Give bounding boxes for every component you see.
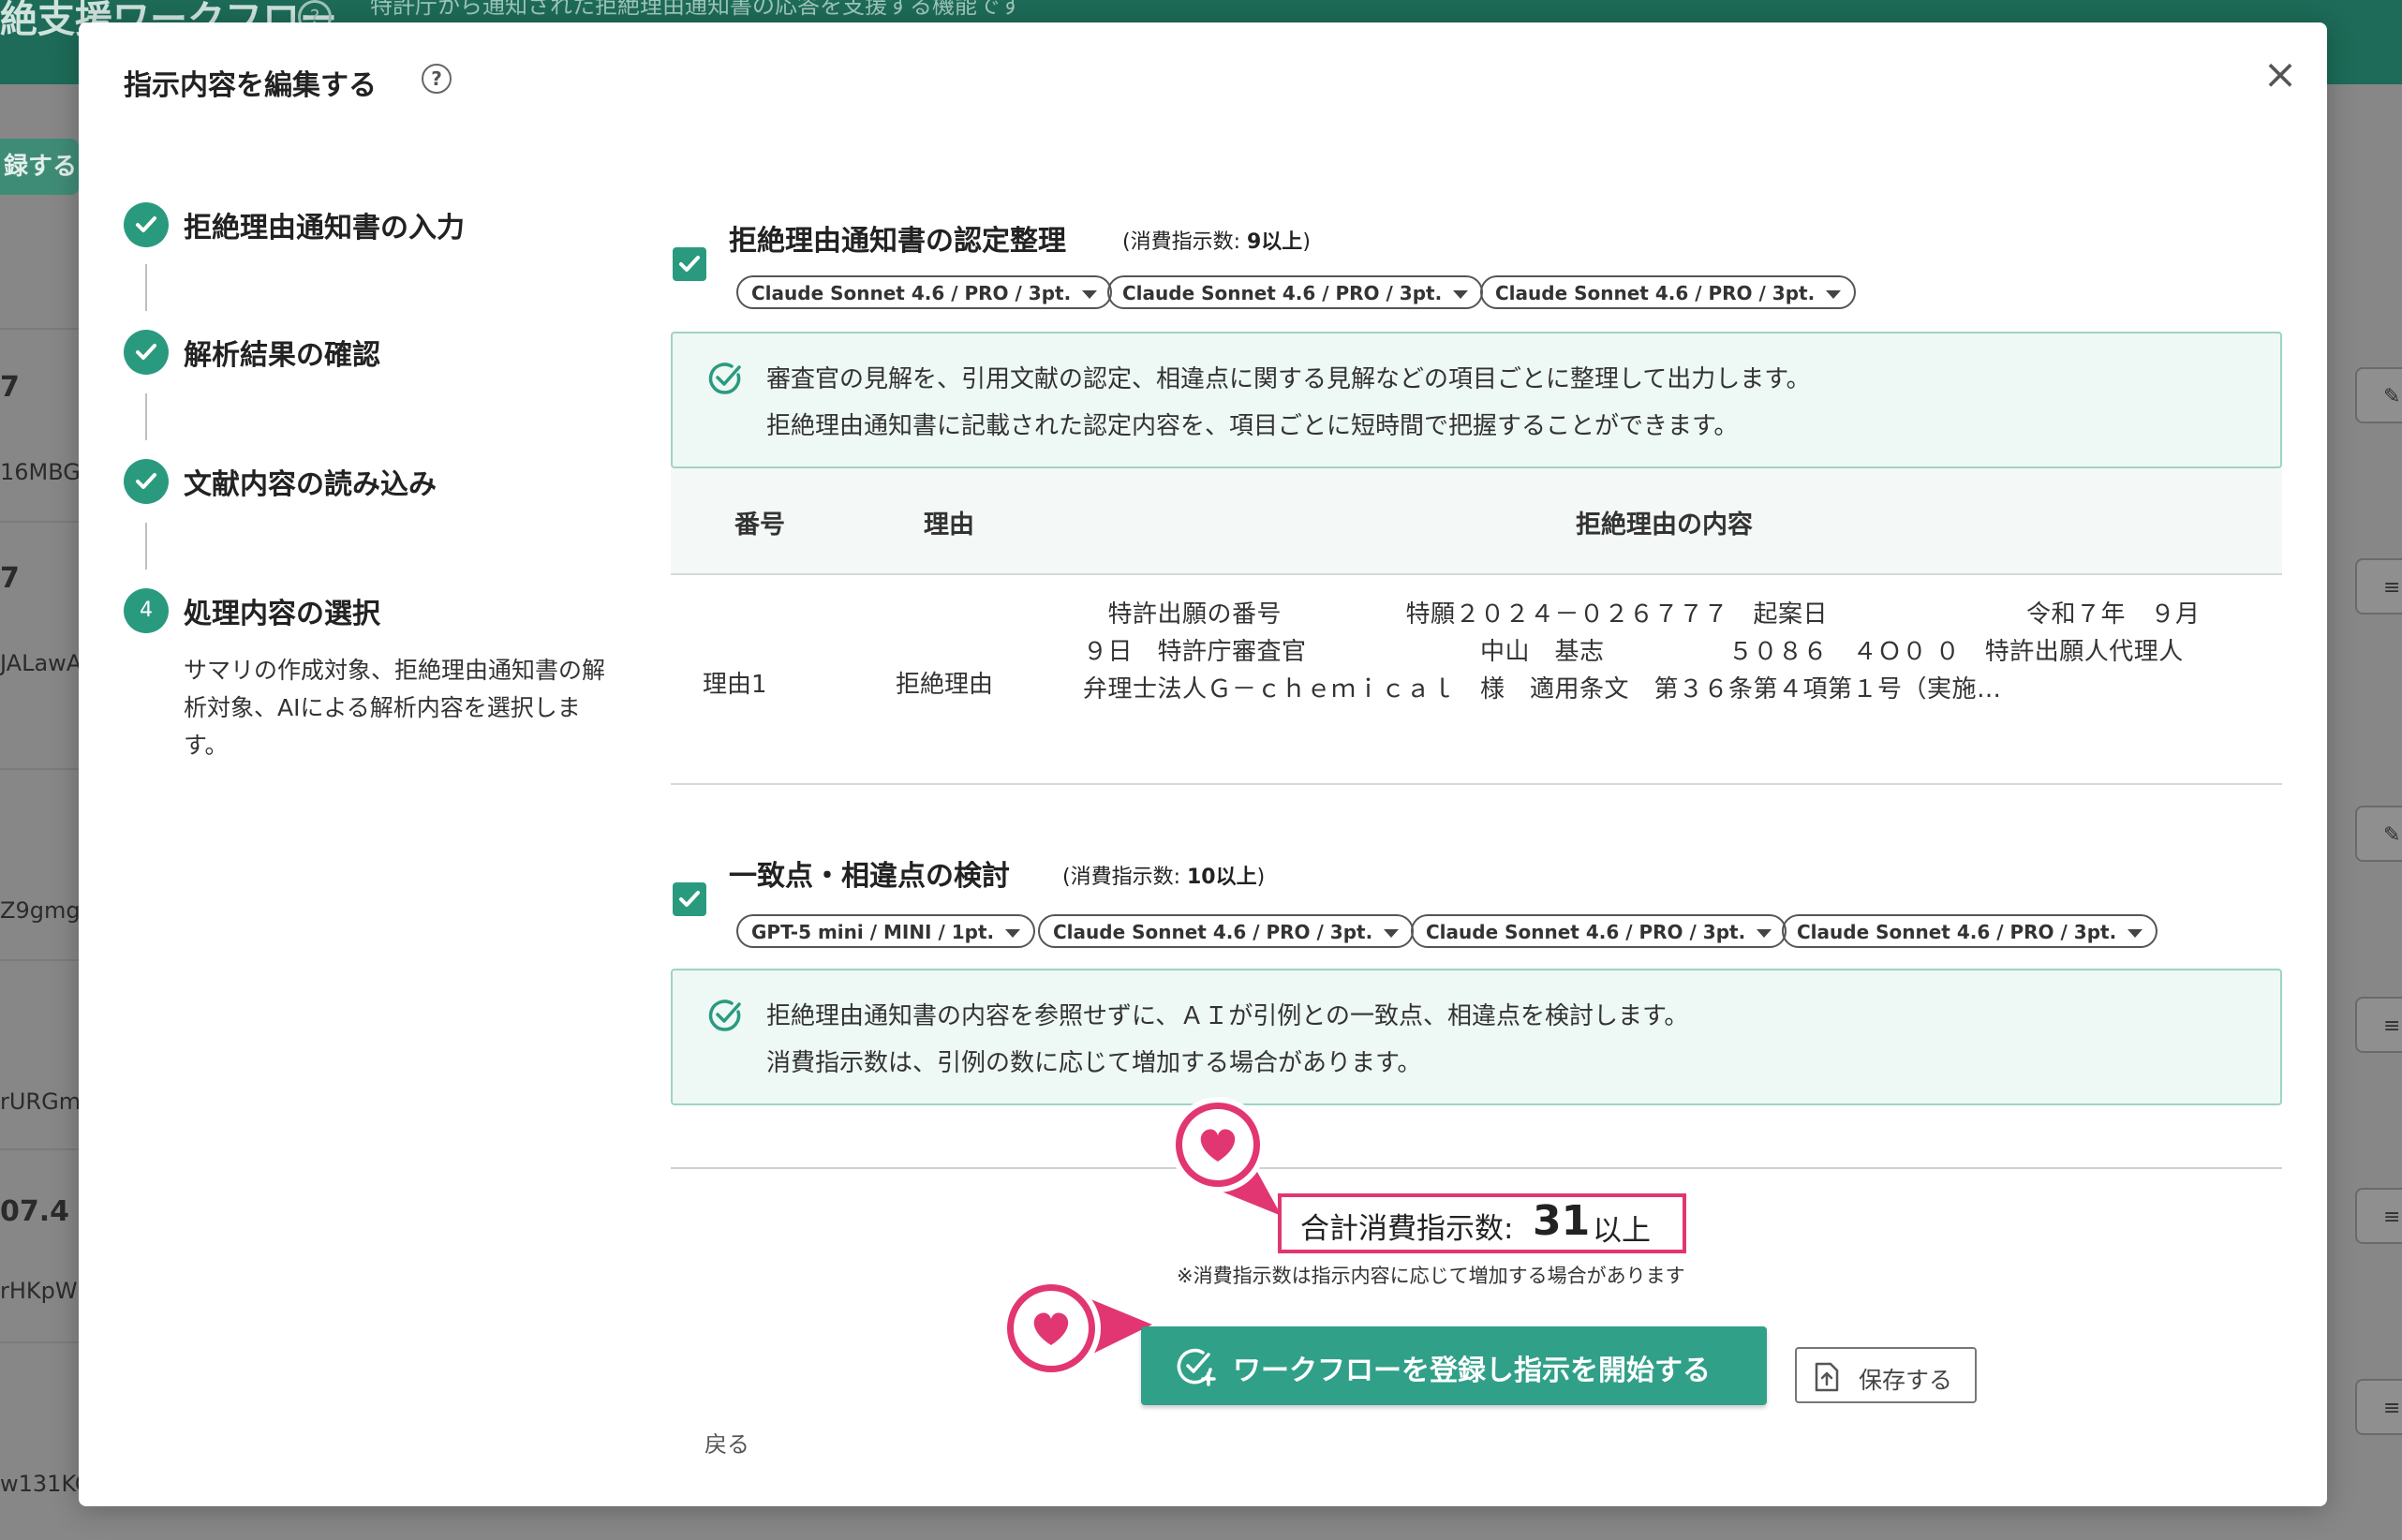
check-circle-add-icon — [1177, 1348, 1216, 1386]
app-row-divider — [0, 1341, 79, 1343]
chevron-down-icon — [2128, 929, 2143, 938]
model-select[interactable]: Claude Sonnet 4.6 / PRO / 3pt. — [1107, 275, 1484, 309]
list-icon-button[interactable]: ≡ — [2355, 558, 2402, 615]
section-1-checkbox[interactable] — [673, 247, 706, 281]
chevron-down-icon — [1826, 290, 1842, 299]
total-note: ※消費指示数は指示内容に応じて増加する場合があります — [1177, 1265, 1685, 1287]
step-label: 解析結果の確認 — [184, 339, 380, 372]
app-row-id: 07.4 — [0, 1195, 70, 1228]
section-2-title: 一致点・相違点の検討 — [729, 860, 1010, 893]
heart-pin-icon — [1170, 1097, 1282, 1216]
step-label: 処理内容の選択 — [184, 598, 380, 630]
table-cell-number: 理由1 — [703, 671, 767, 699]
edit-icon-button[interactable]: ✎ — [2355, 806, 2402, 862]
table-cell-reason: 拒絶理由 — [896, 671, 994, 699]
check-circle-icon — [708, 363, 741, 394]
column-header: 番号 — [734, 511, 785, 540]
divider — [671, 1167, 2282, 1169]
register-start-label: ワークフローを登録し指示を開始する — [1233, 1355, 1711, 1387]
app-row-divider — [0, 521, 79, 523]
list-icon-button[interactable]: ≡ — [2355, 1188, 2402, 1244]
step-description: サマリの作成対象、拒絶理由通知書の解析対象、AIによる解析内容を選択します。 — [184, 657, 606, 759]
save-button[interactable]: 保存する — [1795, 1347, 1977, 1403]
table-cell-content: 特許出願の番号 特願２０２４－０２６７７７ 起案日 令和７年 ９月 ９日 特許庁… — [1083, 600, 2283, 703]
app-row-name: rURGm — [0, 1088, 79, 1115]
table-header: 番号 理由 拒絶理由の内容 — [671, 468, 2282, 575]
list-icon-button[interactable]: ≡ — [2355, 1379, 2402, 1435]
total-suffix: 以上 — [1593, 1214, 1651, 1248]
chevron-down-icon — [1005, 929, 1021, 938]
app-row-name: 16MBG — [0, 459, 79, 485]
step-connector — [145, 523, 147, 570]
step-connector — [145, 393, 147, 440]
chevron-down-icon — [1453, 290, 1469, 299]
model-select[interactable]: Claude Sonnet 4.6 / PRO / 3pt. — [736, 275, 1113, 309]
info-box: 拒絶理由通知書の内容を参照せずに、ＡＩが引例との一致点、相違点を検討します。 消… — [671, 969, 2282, 1105]
section-1-title: 拒絶理由通知書の認定整理 — [729, 225, 1066, 258]
register-start-button[interactable]: ワークフローを登録し指示を開始する — [1141, 1326, 1767, 1405]
info-text: 拒絶理由通知書の内容を参照せずに、ＡＩが引例との一致点、相違点を検討します。 — [766, 1002, 1689, 1030]
model-select[interactable]: Claude Sonnet 4.6 / PRO / 3pt. — [1411, 914, 1787, 948]
app-row-name: rHKpWC — [0, 1278, 79, 1304]
chevron-down-icon — [1384, 929, 1400, 938]
step-label: 文献内容の読み込み — [184, 468, 437, 501]
app-row-name: JALawA — [0, 650, 79, 676]
total-value: 31 — [1533, 1197, 1591, 1245]
app-row-id: 7 — [0, 371, 20, 404]
check-icon — [124, 330, 169, 375]
chevron-down-icon — [1082, 290, 1098, 299]
heart-pin-icon — [1001, 1279, 1152, 1378]
column-header: 拒絶理由の内容 — [1576, 511, 1753, 540]
info-text: 拒絶理由通知書に記載された認定内容を、項目ごとに短時間で把握することができます。 — [766, 412, 1739, 440]
info-box: 審査官の見解を、引用文献の認定、相違点に関する見解などの項目ごとに整理して出力し… — [671, 332, 2282, 468]
step-label: 拒絶理由通知書の入力 — [184, 212, 465, 244]
chevron-down-icon — [1757, 929, 1772, 938]
app-row-name: Z9gmg — [0, 897, 79, 924]
edit-icon-button[interactable]: ✎ — [2355, 367, 2402, 423]
app-row-divider — [0, 959, 79, 961]
app-row-divider — [0, 768, 79, 770]
model-select[interactable]: Claude Sonnet 4.6 / PRO / 3pt. — [1038, 914, 1415, 948]
model-select[interactable]: GPT-5 mini / MINI / 1pt. — [736, 914, 1036, 948]
app-subtitle: 特許庁から通知された拒絶理由通知書の応答を支援する機能です — [370, 0, 1022, 19]
model-select[interactable]: Claude Sonnet 4.6 / PRO / 3pt. — [1782, 914, 2158, 948]
app-row-divider — [0, 1148, 79, 1150]
back-link[interactable]: 戻る — [704, 1426, 749, 1459]
modal-title: 指示内容を編集する — [124, 69, 377, 102]
app-register-button[interactable]: 録する — [0, 139, 79, 195]
save-label: 保存する — [1859, 1367, 1953, 1394]
list-icon-button[interactable]: ≡ — [2355, 997, 2402, 1053]
close-button[interactable]: × — [2254, 49, 2306, 101]
step-connector — [145, 264, 147, 311]
table-divider — [671, 783, 2282, 785]
check-circle-icon — [708, 1000, 741, 1031]
upload-file-icon — [1815, 1362, 1839, 1392]
check-icon — [124, 202, 169, 247]
model-select[interactable]: Claude Sonnet 4.6 / PRO / 3pt. — [1480, 275, 1857, 309]
app-row-name: w131KC — [0, 1471, 79, 1497]
column-header: 理由 — [924, 511, 974, 540]
app-row-divider — [0, 328, 79, 330]
edit-instructions-modal: 指示内容を編集する ? × 拒絶理由通知書の入力 解析結果の確認 文献内容の読み… — [79, 22, 2327, 1506]
info-text: 審査官の見解を、引用文献の認定、相違点に関する見解などの項目ごとに整理して出力し… — [766, 365, 1811, 393]
section-1-count: (消費指示数: 9以上) — [1122, 230, 1311, 254]
section-2-checkbox[interactable] — [673, 882, 706, 916]
app-row-id: 7 — [0, 562, 20, 595]
check-icon — [124, 459, 169, 504]
section-2-count: (消費指示数: 10以上) — [1062, 866, 1266, 889]
step-number: 4 — [124, 588, 169, 633]
total-label: 合計消費指示数: — [1300, 1212, 1514, 1246]
help-icon[interactable]: ? — [422, 64, 452, 94]
info-text: 消費指示数は、引例の数に応じて増加する場合があります。 — [766, 1049, 1422, 1077]
